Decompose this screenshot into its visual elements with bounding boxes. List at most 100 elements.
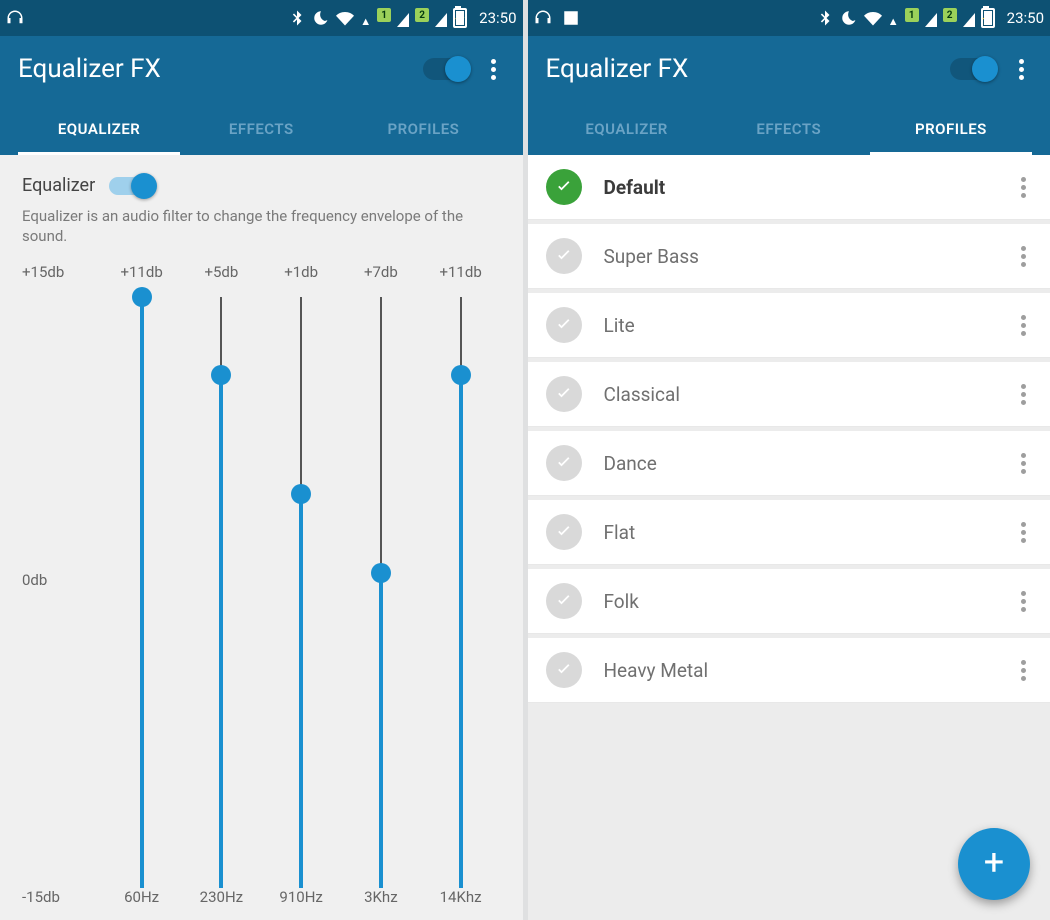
eq-band-slider[interactable] — [341, 285, 421, 877]
tab-profiles[interactable]: PROFILES — [342, 108, 504, 155]
eq-band-slider[interactable] — [102, 285, 182, 877]
plus-icon: + — [984, 844, 1004, 880]
phone-profiles-screen: ▲ 1 2 ⚡ 23:50 Equalizer FX EQUALIZER EFF… — [528, 0, 1050, 920]
band-freq-label: 60Hz — [102, 888, 182, 906]
status-bar: ▲ 1 2 ⚡ 23:50 — [528, 0, 1050, 36]
wifi-icon — [864, 9, 882, 27]
check-icon — [546, 445, 582, 481]
status-clock: 23:50 — [479, 9, 516, 27]
slider-thumb[interactable] — [132, 287, 152, 307]
tab-equalizer[interactable]: EQUALIZER — [546, 108, 708, 155]
profile-name: Flat — [604, 521, 1022, 544]
bluetooth-icon — [816, 9, 834, 27]
app-bar: Equalizer FX EQUALIZER EFFECTS PROFILES — [528, 36, 1050, 155]
add-profile-button[interactable]: + — [958, 828, 1030, 900]
slider-thumb[interactable] — [211, 365, 231, 385]
band-freq-label: 14Khz — [421, 888, 501, 906]
profile-name: Super Bass — [604, 245, 1022, 268]
slider-thumb[interactable] — [451, 365, 471, 385]
zero-db-label: 0db — [22, 571, 47, 589]
slider-thumb[interactable] — [371, 563, 391, 583]
profile-name: Classical — [604, 383, 1022, 406]
master-toggle[interactable] — [950, 58, 996, 80]
overflow-menu-button[interactable] — [1010, 55, 1032, 83]
db-min-label: -15db — [22, 888, 102, 906]
profile-item[interactable]: Flat — [528, 500, 1050, 565]
master-toggle[interactable] — [423, 58, 469, 80]
battery-charging-icon: ⚡ — [453, 8, 467, 28]
tabs: EQUALIZER EFFECTS PROFILES — [546, 108, 1033, 155]
db-gain-label: +15db — [22, 263, 102, 281]
bluetooth-icon — [288, 9, 306, 27]
profile-options-button[interactable] — [1021, 246, 1032, 267]
db-gain-label: +1db — [261, 263, 341, 281]
profile-item[interactable]: Super Bass — [528, 224, 1050, 289]
eq-band-slider[interactable] — [261, 285, 341, 877]
phone-equalizer-screen: ▲ 1 2 ⚡ 23:50 Equalizer FX EQUALIZER EFF… — [0, 0, 523, 920]
tab-equalizer[interactable]: EQUALIZER — [18, 108, 180, 155]
band-freq-label: 910Hz — [261, 888, 341, 906]
sim-2-icon: 2 — [415, 8, 429, 22]
check-icon — [546, 583, 582, 619]
profile-name: Folk — [604, 590, 1022, 613]
check-icon — [546, 238, 582, 274]
equalizer-description: Equalizer is an audio filter to change t… — [22, 206, 501, 247]
app-title: Equalizer FX — [18, 54, 423, 84]
status-clock: 23:50 — [1007, 9, 1044, 27]
profile-options-button[interactable] — [1021, 591, 1032, 612]
overflow-menu-button[interactable] — [483, 55, 505, 83]
status-bar: ▲ 1 2 ⚡ 23:50 — [0, 0, 523, 36]
profile-options-button[interactable] — [1021, 660, 1032, 681]
sim-1-icon: 1 — [905, 8, 919, 22]
tab-profiles[interactable]: PROFILES — [870, 108, 1032, 155]
slider-thumb[interactable] — [291, 484, 311, 504]
check-icon — [546, 376, 582, 412]
db-gain-label: +11db — [421, 263, 501, 281]
db-gain-label: +7db — [341, 263, 421, 281]
headphones-icon — [534, 9, 552, 27]
sim-1-icon: 1 — [377, 8, 391, 22]
headphones-icon — [6, 9, 24, 27]
profile-name: Dance — [604, 452, 1022, 475]
signal-2-icon — [435, 13, 447, 27]
profile-options-button[interactable] — [1021, 384, 1032, 405]
signal-2-icon — [963, 13, 975, 27]
check-icon — [546, 514, 582, 550]
equalizer-label: Equalizer — [22, 175, 95, 196]
moon-icon — [312, 9, 330, 27]
signal-1-icon — [397, 13, 409, 27]
profile-options-button[interactable] — [1021, 177, 1032, 198]
signal-1-icon — [925, 13, 937, 27]
profile-item[interactable]: Dance — [528, 431, 1050, 496]
tabs: EQUALIZER EFFECTS PROFILES — [18, 108, 505, 155]
image-icon — [562, 9, 580, 27]
profile-item[interactable]: Folk — [528, 569, 1050, 634]
profile-item[interactable]: Heavy Metal — [528, 638, 1050, 703]
band-freq-label: 3Khz — [341, 888, 421, 906]
app-title: Equalizer FX — [546, 54, 951, 84]
profile-options-button[interactable] — [1021, 453, 1032, 474]
db-gain-label: +5db — [182, 263, 262, 281]
app-bar: Equalizer FX EQUALIZER EFFECTS PROFILES — [0, 36, 523, 155]
profile-item[interactable]: Default — [528, 155, 1050, 220]
check-icon — [546, 652, 582, 688]
wifi-icon — [336, 9, 354, 27]
db-gain-label: +11db — [102, 263, 182, 281]
tab-effects[interactable]: EFFECTS — [708, 108, 870, 155]
profile-options-button[interactable] — [1021, 315, 1032, 336]
profile-item[interactable]: Lite — [528, 293, 1050, 358]
profile-options-button[interactable] — [1021, 522, 1032, 543]
check-icon — [546, 169, 582, 205]
profile-name: Lite — [604, 314, 1022, 337]
equalizer-panel: Equalizer Equalizer is an audio filter t… — [0, 155, 523, 920]
profiles-list: Default Super Bass Lite Classical Dance Flat F… — [528, 155, 1050, 920]
eq-band-slider[interactable] — [421, 285, 501, 877]
tab-effects[interactable]: EFFECTS — [180, 108, 342, 155]
band-freq-label: 230Hz — [182, 888, 262, 906]
profile-item[interactable]: Classical — [528, 362, 1050, 427]
battery-charging-icon: ⚡ — [981, 8, 995, 28]
check-icon — [546, 307, 582, 343]
sim-2-icon: 2 — [943, 8, 957, 22]
equalizer-toggle[interactable] — [109, 177, 153, 195]
eq-band-slider[interactable] — [182, 285, 262, 877]
